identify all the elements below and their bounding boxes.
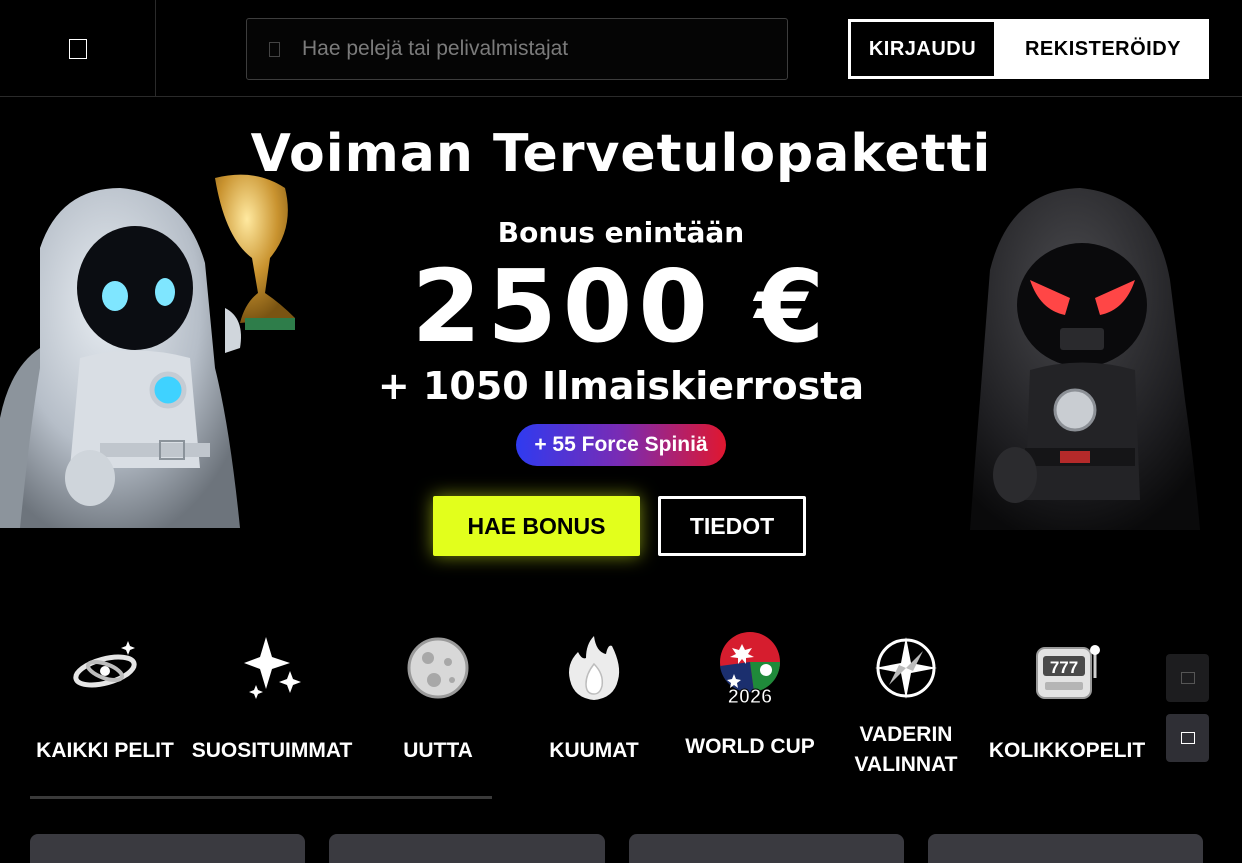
- claim-bonus-button[interactable]: HAE BONUS: [433, 496, 640, 556]
- category-hot[interactable]: KUUMAT: [534, 628, 654, 766]
- register-button[interactable]: REKISTERÖIDY: [997, 19, 1209, 79]
- info-button[interactable]: TIEDOT: [658, 496, 806, 556]
- category-label: KAIKKI PELIT: [36, 739, 174, 762]
- category-vader-picks[interactable]: VADERIN VALINNAT: [846, 628, 966, 780]
- active-category-underline: [30, 796, 492, 799]
- galaxy-icon: [65, 628, 145, 708]
- menu-icon: [68, 38, 87, 59]
- compass-star-icon: [866, 628, 946, 708]
- category-label: KUUMAT: [549, 739, 639, 762]
- search-input[interactable]: [302, 37, 787, 61]
- category-label: WORLD CUP: [685, 735, 815, 758]
- game-card[interactable]: [30, 834, 305, 863]
- category-new[interactable]: UUTTA: [378, 628, 498, 766]
- scroll-up-button[interactable]: [1166, 654, 1209, 702]
- hero-title: Voiman Tervetulopaketti: [250, 124, 992, 184]
- moon-icon: [398, 628, 478, 708]
- search-icon: [269, 41, 280, 57]
- game-card[interactable]: [928, 834, 1203, 863]
- top-header: KIRJAUDU REKISTERÖIDY: [0, 0, 1242, 97]
- slot-badge-text: 777: [1050, 658, 1078, 677]
- force-spins-badge: + 55 Force Spiniä: [516, 424, 726, 466]
- category-all-games[interactable]: KAIKKI PELIT: [30, 628, 180, 766]
- scroll-down-button[interactable]: [1166, 714, 1209, 762]
- chevron-down-icon: [1180, 732, 1195, 744]
- game-card[interactable]: [329, 834, 605, 863]
- world-cup-2026-icon: 2026: [710, 628, 790, 708]
- category-label: SUOSITUIMMAT: [191, 739, 353, 762]
- chevron-up-icon: [1180, 672, 1195, 684]
- login-button[interactable]: KIRJAUDU: [848, 19, 997, 79]
- flame-icon: [554, 628, 634, 708]
- world-cup-badge-text: 2026: [728, 686, 773, 706]
- auth-buttons: KIRJAUDU REKISTERÖIDY: [848, 19, 1209, 79]
- category-label: UUTTA: [403, 739, 473, 762]
- slot-machine-icon: 777: [1027, 628, 1107, 708]
- category-label: VADERIN VALINNAT: [854, 723, 958, 776]
- game-card[interactable]: [629, 834, 904, 863]
- search-bar[interactable]: [246, 18, 788, 80]
- category-slots[interactable]: 777 KOLIKKOPELIT: [988, 628, 1146, 766]
- sparkles-icon: [232, 628, 312, 708]
- category-label: KOLIKKOPELIT: [988, 739, 1146, 762]
- bonus-amount: 2500 €: [411, 248, 831, 365]
- category-world-cup[interactable]: 2026 WORLD CUP: [682, 628, 818, 762]
- category-popular[interactable]: SUOSITUIMMAT: [190, 628, 354, 766]
- free-spins-text: + 1050 Ilmaiskierrosta: [377, 364, 865, 408]
- menu-button[interactable]: [0, 0, 156, 97]
- bonus-prefix: Bonus enintään: [497, 216, 745, 249]
